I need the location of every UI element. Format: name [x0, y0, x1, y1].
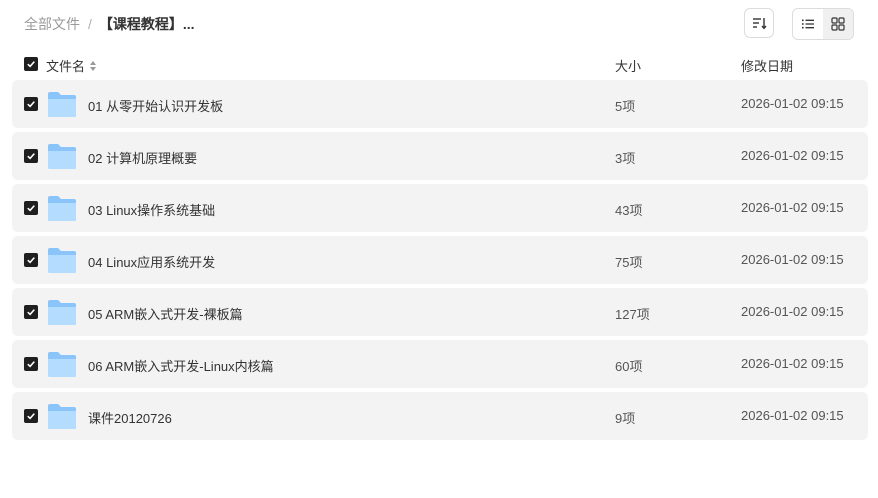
breadcrumb: 全部文件 / 【课程教程】... — [24, 14, 195, 34]
folder-icon — [48, 300, 76, 325]
file-list: 01 从零开始认识开发板 5项 2026-01-02 09:15 02 计算机原… — [12, 80, 868, 444]
file-row[interactable]: 05 ARM嵌入式开发-裸板篇 127项 2026-01-02 09:15 — [12, 288, 868, 336]
check-icon — [27, 361, 35, 368]
file-modified-date: 2026-01-02 09:15 — [741, 200, 844, 215]
file-modified-date: 2026-01-02 09:15 — [741, 304, 844, 319]
file-row[interactable]: 04 Linux应用系统开发 75项 2026-01-02 09:15 — [12, 236, 868, 284]
check-icon — [27, 257, 35, 264]
list-view-button[interactable] — [793, 9, 823, 39]
file-modified-date: 2026-01-02 09:15 — [741, 96, 844, 111]
view-mode-toggle — [792, 8, 854, 40]
file-size: 75项 — [615, 255, 643, 270]
file-browser: 全部文件 / 【课程教程】... 文件名 大小 修改日期 01 从零开始认识开发… — [0, 0, 878, 498]
breadcrumb-root-link[interactable]: 全部文件 — [24, 14, 80, 34]
column-header-modified[interactable]: 修改日期 — [741, 56, 793, 75]
file-row[interactable]: 06 ARM嵌入式开发-Linux内核篇 60项 2026-01-02 09:1… — [12, 340, 868, 388]
sort-button[interactable] — [744, 8, 774, 38]
breadcrumb-current-folder: 【课程教程】... — [98, 16, 195, 32]
check-icon — [27, 205, 35, 212]
folder-icon — [48, 196, 76, 221]
row-checkbox[interactable] — [24, 149, 38, 163]
file-row[interactable]: 课件20120726 9项 2026-01-02 09:15 — [12, 392, 868, 440]
file-modified-date: 2026-01-02 09:15 — [741, 148, 844, 163]
file-name[interactable]: 03 Linux操作系统基础 — [88, 200, 215, 219]
sort-arrows-icon — [90, 60, 97, 71]
column-header-name[interactable]: 文件名 — [46, 56, 97, 75]
list-view-icon — [802, 19, 814, 29]
select-all-checkbox[interactable] — [24, 57, 38, 71]
row-checkbox[interactable] — [24, 409, 38, 423]
file-name[interactable]: 06 ARM嵌入式开发-Linux内核篇 — [88, 356, 274, 375]
folder-icon — [48, 248, 76, 273]
file-size: 3项 — [615, 151, 636, 166]
row-checkbox[interactable] — [24, 253, 38, 267]
check-icon — [27, 309, 35, 316]
folder-icon — [48, 352, 76, 377]
file-name[interactable]: 04 Linux应用系统开发 — [88, 252, 215, 271]
file-size: 9项 — [615, 411, 636, 426]
file-size: 5项 — [615, 99, 636, 114]
folder-icon — [48, 404, 76, 429]
file-name[interactable]: 01 从零开始认识开发板 — [88, 96, 223, 115]
row-checkbox[interactable] — [24, 357, 38, 371]
file-name[interactable]: 02 计算机原理概要 — [88, 148, 197, 167]
check-icon — [27, 101, 35, 108]
column-header-size[interactable]: 大小 — [615, 56, 641, 75]
file-size: 60项 — [615, 359, 643, 374]
file-row[interactable]: 01 从零开始认识开发板 5项 2026-01-02 09:15 — [12, 80, 868, 128]
grid-view-button[interactable] — [823, 9, 853, 39]
file-row[interactable]: 02 计算机原理概要 3项 2026-01-02 09:15 — [12, 132, 868, 180]
file-modified-date: 2026-01-02 09:15 — [741, 356, 844, 371]
folder-icon — [48, 144, 76, 169]
folder-icon — [48, 92, 76, 117]
sort-icon — [753, 18, 767, 30]
row-checkbox[interactable] — [24, 201, 38, 215]
check-icon — [27, 61, 35, 68]
file-size: 127项 — [615, 307, 650, 322]
file-name[interactable]: 课件20120726 — [88, 408, 172, 427]
row-checkbox[interactable] — [24, 97, 38, 111]
column-header-name-label: 文件名 — [46, 59, 86, 74]
breadcrumb-separator: / — [88, 16, 92, 32]
file-modified-date: 2026-01-02 09:15 — [741, 252, 844, 267]
check-icon — [27, 153, 35, 160]
file-modified-date: 2026-01-02 09:15 — [741, 408, 844, 423]
grid-view-icon — [831, 17, 845, 31]
file-name[interactable]: 05 ARM嵌入式开发-裸板篇 — [88, 304, 243, 323]
file-row[interactable]: 03 Linux操作系统基础 43项 2026-01-02 09:15 — [12, 184, 868, 232]
row-checkbox[interactable] — [24, 305, 38, 319]
file-size: 43项 — [615, 203, 643, 218]
file-list-header: 文件名 大小 修改日期 — [12, 52, 868, 76]
check-icon — [27, 413, 35, 420]
